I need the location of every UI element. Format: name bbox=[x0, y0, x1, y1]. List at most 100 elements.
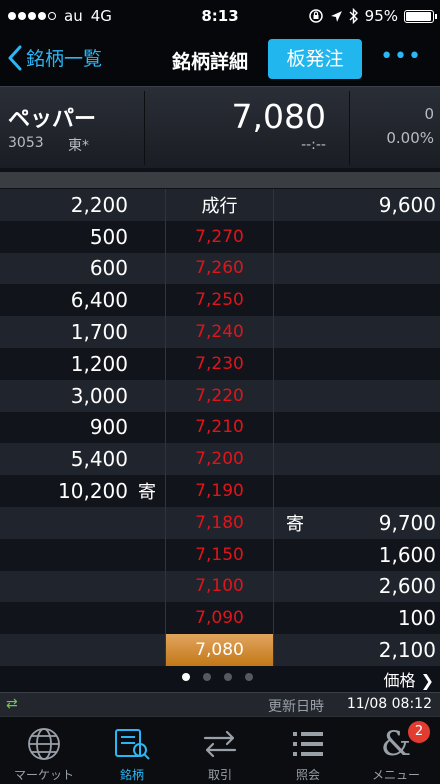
board-row[interactable]: 900 7,210 bbox=[0, 411, 440, 444]
current-price: 7,080 bbox=[231, 97, 326, 136]
battery-icon bbox=[404, 9, 437, 23]
divider bbox=[144, 91, 145, 165]
board-price[interactable]: 7,100 bbox=[165, 570, 274, 603]
board-row[interactable]: 7,080 2,100 bbox=[0, 634, 440, 666]
board-row[interactable]: 7,090 100 bbox=[0, 602, 440, 635]
tab-label: 銘柄 bbox=[119, 768, 144, 782]
tab-menu[interactable]: & 2 メニュー bbox=[352, 717, 440, 784]
location-icon bbox=[330, 10, 342, 22]
update-label: 更新日時 bbox=[268, 699, 324, 715]
trade-arrows-icon bbox=[200, 725, 240, 763]
buy-quantity bbox=[296, 475, 436, 507]
board-price[interactable]: 7,230 bbox=[165, 347, 274, 380]
board-price[interactable]: 7,250 bbox=[165, 284, 274, 317]
sell-quantity: 2,200 bbox=[70, 192, 128, 217]
sell-open-tag bbox=[132, 348, 162, 380]
stock-chart-icon bbox=[112, 725, 152, 763]
board-price[interactable]: 7,150 bbox=[165, 538, 274, 571]
stock-code: 3053 bbox=[8, 135, 44, 151]
sell-quantity: 10,200 bbox=[58, 479, 128, 504]
price-time: --:-- bbox=[301, 137, 326, 153]
update-bar: ⇄ 更新日時 11/08 08:12 bbox=[0, 692, 440, 716]
sell-open-tag bbox=[132, 602, 162, 634]
board-price[interactable]: 7,210 bbox=[165, 411, 274, 444]
refresh-icon[interactable]: ⇄ bbox=[6, 696, 18, 712]
stock-name: ペッパー bbox=[8, 107, 97, 132]
sell-open-tag bbox=[132, 634, 162, 666]
battery-percent: 95% bbox=[364, 7, 398, 25]
board-price[interactable]: 7,240 bbox=[165, 316, 274, 348]
board-price[interactable]: 7,080 bbox=[165, 634, 274, 666]
sell-open-tag bbox=[132, 316, 162, 348]
tab-market[interactable]: マーケット bbox=[0, 717, 88, 784]
price-change: 0 bbox=[424, 105, 434, 123]
sell-open-tag bbox=[132, 507, 162, 539]
rotation-lock-icon bbox=[308, 9, 323, 23]
board-row[interactable]: 7,180 寄 9,700 bbox=[0, 506, 440, 539]
board-row[interactable]: 3,000 7,220 bbox=[0, 379, 440, 412]
buy-quantity bbox=[296, 284, 436, 316]
buy-quantity bbox=[296, 221, 436, 253]
buy-quantity: 9,600 bbox=[378, 192, 436, 217]
list-icon bbox=[288, 725, 328, 763]
status-bar: au 4G 8:13 95% bbox=[0, 0, 440, 34]
back-button-label: 銘柄一覧 bbox=[26, 48, 103, 70]
board-row[interactable]: 1,700 7,240 bbox=[0, 316, 440, 348]
board-row[interactable]: 6,400 7,250 bbox=[0, 284, 440, 317]
buy-quantity bbox=[296, 380, 436, 412]
stock-quote-header: ペッパー 3053 東* 7,080 --:-- 0 0.00% bbox=[0, 86, 440, 168]
board-price[interactable]: 7,200 bbox=[165, 443, 274, 476]
buy-quantity: 100 bbox=[397, 606, 436, 631]
back-button[interactable]: 銘柄一覧 bbox=[8, 44, 102, 71]
sell-open-tag bbox=[132, 380, 162, 412]
notification-badge: 2 bbox=[408, 721, 430, 743]
board-price[interactable]: 7,190 bbox=[165, 475, 274, 507]
sell-quantity bbox=[0, 507, 128, 539]
bluetooth-icon bbox=[349, 8, 358, 24]
board-row[interactable]: 2,200 成行 9,600 bbox=[0, 189, 440, 221]
board-order-button[interactable]: 板発注 bbox=[268, 39, 362, 79]
tab-stock[interactable]: 銘柄 bbox=[88, 717, 176, 784]
price-next-button[interactable]: 価格 ❯ bbox=[384, 667, 435, 691]
board-row[interactable]: 7,150 1,600 bbox=[0, 538, 440, 571]
order-board[interactable]: 2,200 成行 9,600 500 7,270 600 7,260 6,400 7,250 1,… bbox=[0, 189, 440, 666]
board-row[interactable]: 1,200 7,230 bbox=[0, 347, 440, 380]
board-price[interactable]: 7,270 bbox=[165, 220, 274, 253]
buy-quantity bbox=[296, 316, 436, 348]
sell-quantity: 3,000 bbox=[70, 383, 128, 408]
tab-label: 取引 bbox=[207, 768, 232, 782]
more-options-button[interactable]: ••• bbox=[380, 44, 422, 69]
board-row[interactable]: 500 7,270 bbox=[0, 220, 440, 253]
page-title: 銘柄詳細 bbox=[172, 51, 249, 73]
sell-open-tag: 寄 bbox=[138, 482, 156, 504]
page-dot bbox=[182, 673, 190, 681]
tab-trade[interactable]: 取引 bbox=[176, 717, 264, 784]
board-price[interactable]: 成行 bbox=[165, 189, 274, 221]
board-price[interactable]: 7,260 bbox=[165, 252, 274, 285]
board-row[interactable]: 5,400 7,200 bbox=[0, 443, 440, 476]
board-price[interactable]: 7,220 bbox=[165, 379, 274, 412]
tab-label: メニュー bbox=[371, 768, 420, 782]
sell-quantity: 500 bbox=[89, 224, 128, 249]
sell-quantity: 6,400 bbox=[70, 288, 128, 313]
sell-quantity bbox=[0, 634, 128, 666]
sell-open-tag bbox=[132, 253, 162, 285]
sell-quantity bbox=[0, 539, 128, 571]
sell-quantity: 5,400 bbox=[70, 447, 128, 472]
page-indicator[interactable] bbox=[182, 673, 253, 681]
board-row[interactable]: 600 7,260 bbox=[0, 252, 440, 285]
board-price[interactable]: 7,090 bbox=[165, 602, 274, 635]
board-row[interactable]: 10,200 寄 7,190 bbox=[0, 475, 440, 507]
buy-quantity bbox=[296, 412, 436, 444]
page-dot bbox=[245, 673, 253, 681]
tab-bar: マーケット 銘柄 取引 照会 & 2 メニュー bbox=[0, 716, 440, 784]
chevron-left-icon bbox=[8, 45, 22, 70]
buy-quantity: 2,100 bbox=[378, 638, 436, 663]
buy-quantity bbox=[296, 348, 436, 380]
sell-quantity: 900 bbox=[89, 415, 128, 440]
sell-open-tag bbox=[132, 412, 162, 444]
sell-open-tag bbox=[132, 443, 162, 475]
board-price[interactable]: 7,180 bbox=[165, 506, 274, 539]
board-row[interactable]: 7,100 2,600 bbox=[0, 570, 440, 603]
tab-inquiry[interactable]: 照会 bbox=[264, 717, 352, 784]
